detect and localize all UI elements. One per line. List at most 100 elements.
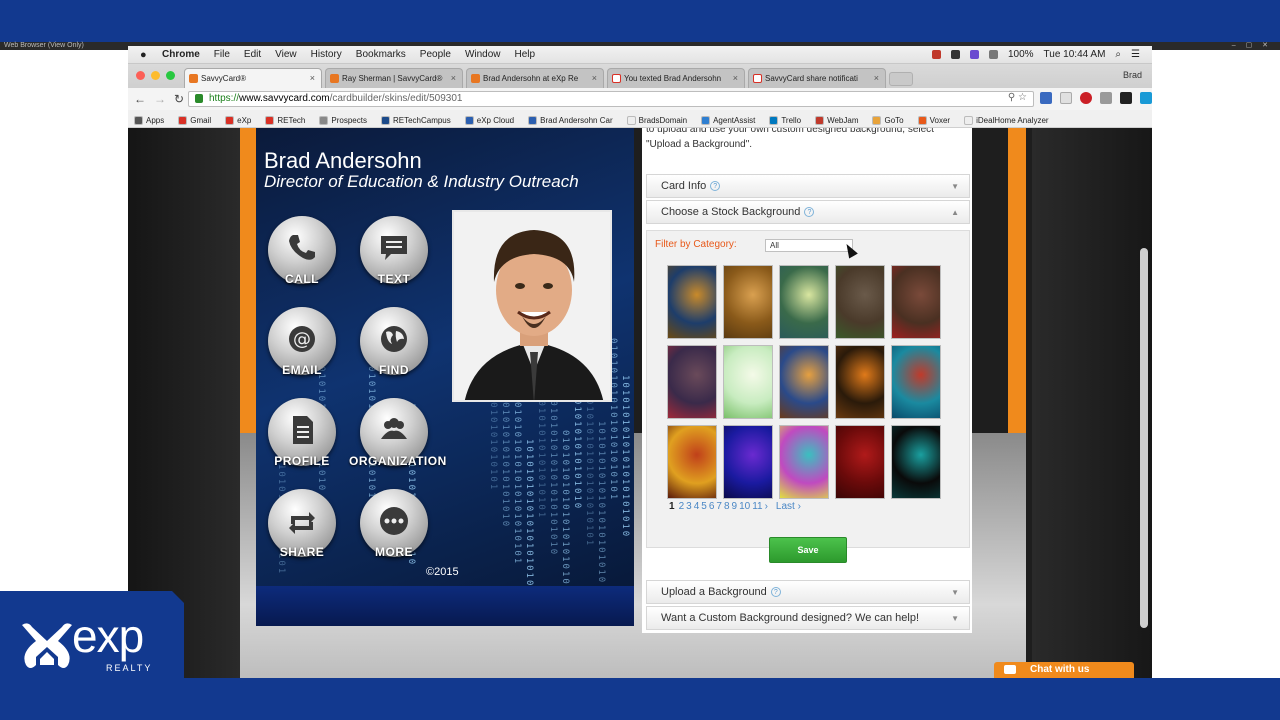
mac-menu-file[interactable]: File <box>214 49 230 60</box>
page-link[interactable]: 10 <box>739 501 750 512</box>
browser-tab[interactable]: Brad Andersohn at eXp Re × <box>466 68 604 88</box>
accordion-card-info[interactable]: Card Info? ▼ <box>646 174 970 198</box>
mac-menu-chrome[interactable]: Chrome <box>162 49 200 60</box>
background-thumbnail-orange-swirl[interactable] <box>667 425 717 499</box>
bookmark-item[interactable]: Prospects <box>319 113 367 127</box>
mac-menu-bookmarks[interactable]: Bookmarks <box>356 49 406 60</box>
mac-menu-help[interactable]: Help <box>515 49 536 60</box>
page-last[interactable]: Last › <box>776 501 801 512</box>
mac-menu-edit[interactable]: Edit <box>244 49 261 60</box>
browser-tab[interactable]: Ray Sherman | SavvyCard® × <box>325 68 463 88</box>
status-icon[interactable] <box>931 50 941 59</box>
reload-icon[interactable]: ↻ <box>174 92 184 106</box>
close-tab-icon[interactable]: × <box>733 73 738 83</box>
help-icon[interactable]: ? <box>804 207 815 218</box>
page-link[interactable]: 11 <box>752 501 762 512</box>
background-thumbnail-letter-t-graffiti[interactable] <box>779 425 829 499</box>
status-icon[interactable] <box>950 50 960 59</box>
page-link[interactable]: 5 <box>701 501 707 512</box>
close-tab-icon[interactable]: × <box>592 73 597 83</box>
accordion-upload-background[interactable]: Upload a Background? ▼ <box>646 580 970 604</box>
clock[interactable]: Tue 10:44 AM <box>1044 49 1106 60</box>
forward-arrow-icon[interactable]: → <box>154 92 166 106</box>
background-thumbnail-wheat-field[interactable] <box>667 265 717 339</box>
filter-category-select[interactable]: All <box>765 239 853 252</box>
bookmark-item[interactable]: Brad Andersohn Car <box>528 113 613 127</box>
zoom-icon[interactable]: ⚲ <box>1008 92 1015 103</box>
close-tab-icon[interactable]: × <box>310 73 315 83</box>
page-link[interactable]: 3 <box>686 501 692 512</box>
spotlight-search-icon[interactable]: ⌕ <box>1115 49 1121 60</box>
bookmark-item[interactable]: AgentAssist <box>701 113 755 127</box>
background-thumbnail-red-curtain[interactable] <box>835 425 885 499</box>
apple-icon[interactable]: ● <box>140 49 147 61</box>
chat-with-us-button[interactable]: Chat with us <box>994 662 1134 678</box>
background-thumbnail-purple-wood-floral[interactable] <box>667 345 717 419</box>
bookmark-item[interactable]: RETech <box>265 113 305 127</box>
close-tab-icon[interactable]: × <box>451 73 456 83</box>
url-bar[interactable]: https://www.savvycard.com/cardbuilder/sk… <box>188 91 1034 107</box>
background-thumbnail-wheat-closeup[interactable] <box>723 265 773 339</box>
background-thumbnail-green-glow[interactable] <box>779 265 829 339</box>
background-thumbnail-pumpkin[interactable] <box>835 345 885 419</box>
browser-tab[interactable]: SavvyCard® × <box>184 68 322 88</box>
page-link[interactable]: 6 <box>709 501 715 512</box>
bookmark-item[interactable]: RETechCampus <box>380 113 451 127</box>
battery-percent[interactable]: 100% <box>1008 49 1034 60</box>
bookmark-favicon-icon <box>701 115 711 125</box>
extension-icon[interactable] <box>1140 92 1152 104</box>
background-thumbnail-blue-purple-wave[interactable] <box>723 425 773 499</box>
zoom-window-button[interactable] <box>166 71 175 80</box>
bookmark-item[interactable]: WebJam <box>815 113 858 127</box>
browser-tab[interactable]: SavvyCard share notificati × <box>748 68 886 88</box>
minimize-window-button[interactable] <box>151 71 160 80</box>
background-thumbnail-wood-leaf[interactable] <box>835 265 885 339</box>
pinterest-icon[interactable] <box>1080 92 1092 104</box>
chrome-profile-name[interactable]: Brad <box>1123 70 1142 80</box>
wifi-icon[interactable] <box>988 50 998 59</box>
page-scrollbar[interactable] <box>1140 248 1148 628</box>
page-link[interactable]: 9 <box>732 501 738 512</box>
extension-icon[interactable] <box>1040 92 1052 104</box>
background-thumbnail-sky-sunset[interactable] <box>779 345 829 419</box>
close-tab-icon[interactable]: × <box>874 73 879 83</box>
extension-icon[interactable] <box>1100 92 1112 104</box>
page-link[interactable]: 7 <box>716 501 722 512</box>
accordion-stock-background[interactable]: Choose a Stock Background? ▲ <box>646 200 970 224</box>
help-icon[interactable]: ? <box>710 181 721 192</box>
mac-menu-history[interactable]: History <box>311 49 342 60</box>
bookmark-item[interactable]: Voxer <box>917 113 950 127</box>
notification-center-icon[interactable]: ☰ <box>1131 49 1140 60</box>
close-window-button[interactable] <box>136 71 145 80</box>
background-thumbnail-wood-red-flower[interactable] <box>891 265 941 339</box>
bookmark-item[interactable]: BradsDomain <box>626 113 687 127</box>
viewer-window-controls[interactable]: – ▢ ✕ <box>1232 42 1272 50</box>
browser-tab[interactable]: You texted Brad Andersohn × <box>607 68 745 88</box>
page-link[interactable]: 8 <box>724 501 730 512</box>
bookmark-item[interactable]: iDealHome Analyzer <box>964 113 1049 127</box>
bookmark-item[interactable]: Trello <box>769 113 801 127</box>
background-thumbnail-teal-splatter[interactable] <box>891 425 941 499</box>
mac-menu-view[interactable]: View <box>275 49 297 60</box>
bookmark-item[interactable]: eXp Cloud <box>464 113 514 127</box>
back-arrow-icon[interactable]: ← <box>134 92 146 106</box>
background-thumbnail-green-leaves[interactable] <box>723 345 773 419</box>
page-link[interactable]: 4 <box>694 501 700 512</box>
accordion-custom-background[interactable]: Want a Custom Background designed? We ca… <box>646 606 970 630</box>
bookmark-item[interactable]: eXp <box>225 113 251 127</box>
bookmark-item[interactable]: GoTo <box>872 113 904 127</box>
bookmark-star-icon[interactable]: ☆ <box>1018 92 1027 103</box>
new-tab-button[interactable] <box>889 72 913 86</box>
bookmark-item[interactable]: Gmail <box>178 113 211 127</box>
mac-menu-window[interactable]: Window <box>465 49 501 60</box>
page-next[interactable]: › <box>765 501 768 512</box>
save-button[interactable]: Save <box>769 537 847 563</box>
mac-menu-people[interactable]: People <box>420 49 451 60</box>
background-thumbnail-teal-red-abstract[interactable] <box>891 345 941 419</box>
help-icon[interactable]: ? <box>770 587 781 598</box>
status-icon[interactable] <box>969 50 979 59</box>
page-link[interactable]: 2 <box>679 501 685 512</box>
extension-icon[interactable] <box>1060 92 1072 104</box>
bookmark-item[interactable]: Apps <box>134 113 164 127</box>
extension-icon[interactable] <box>1120 92 1132 104</box>
